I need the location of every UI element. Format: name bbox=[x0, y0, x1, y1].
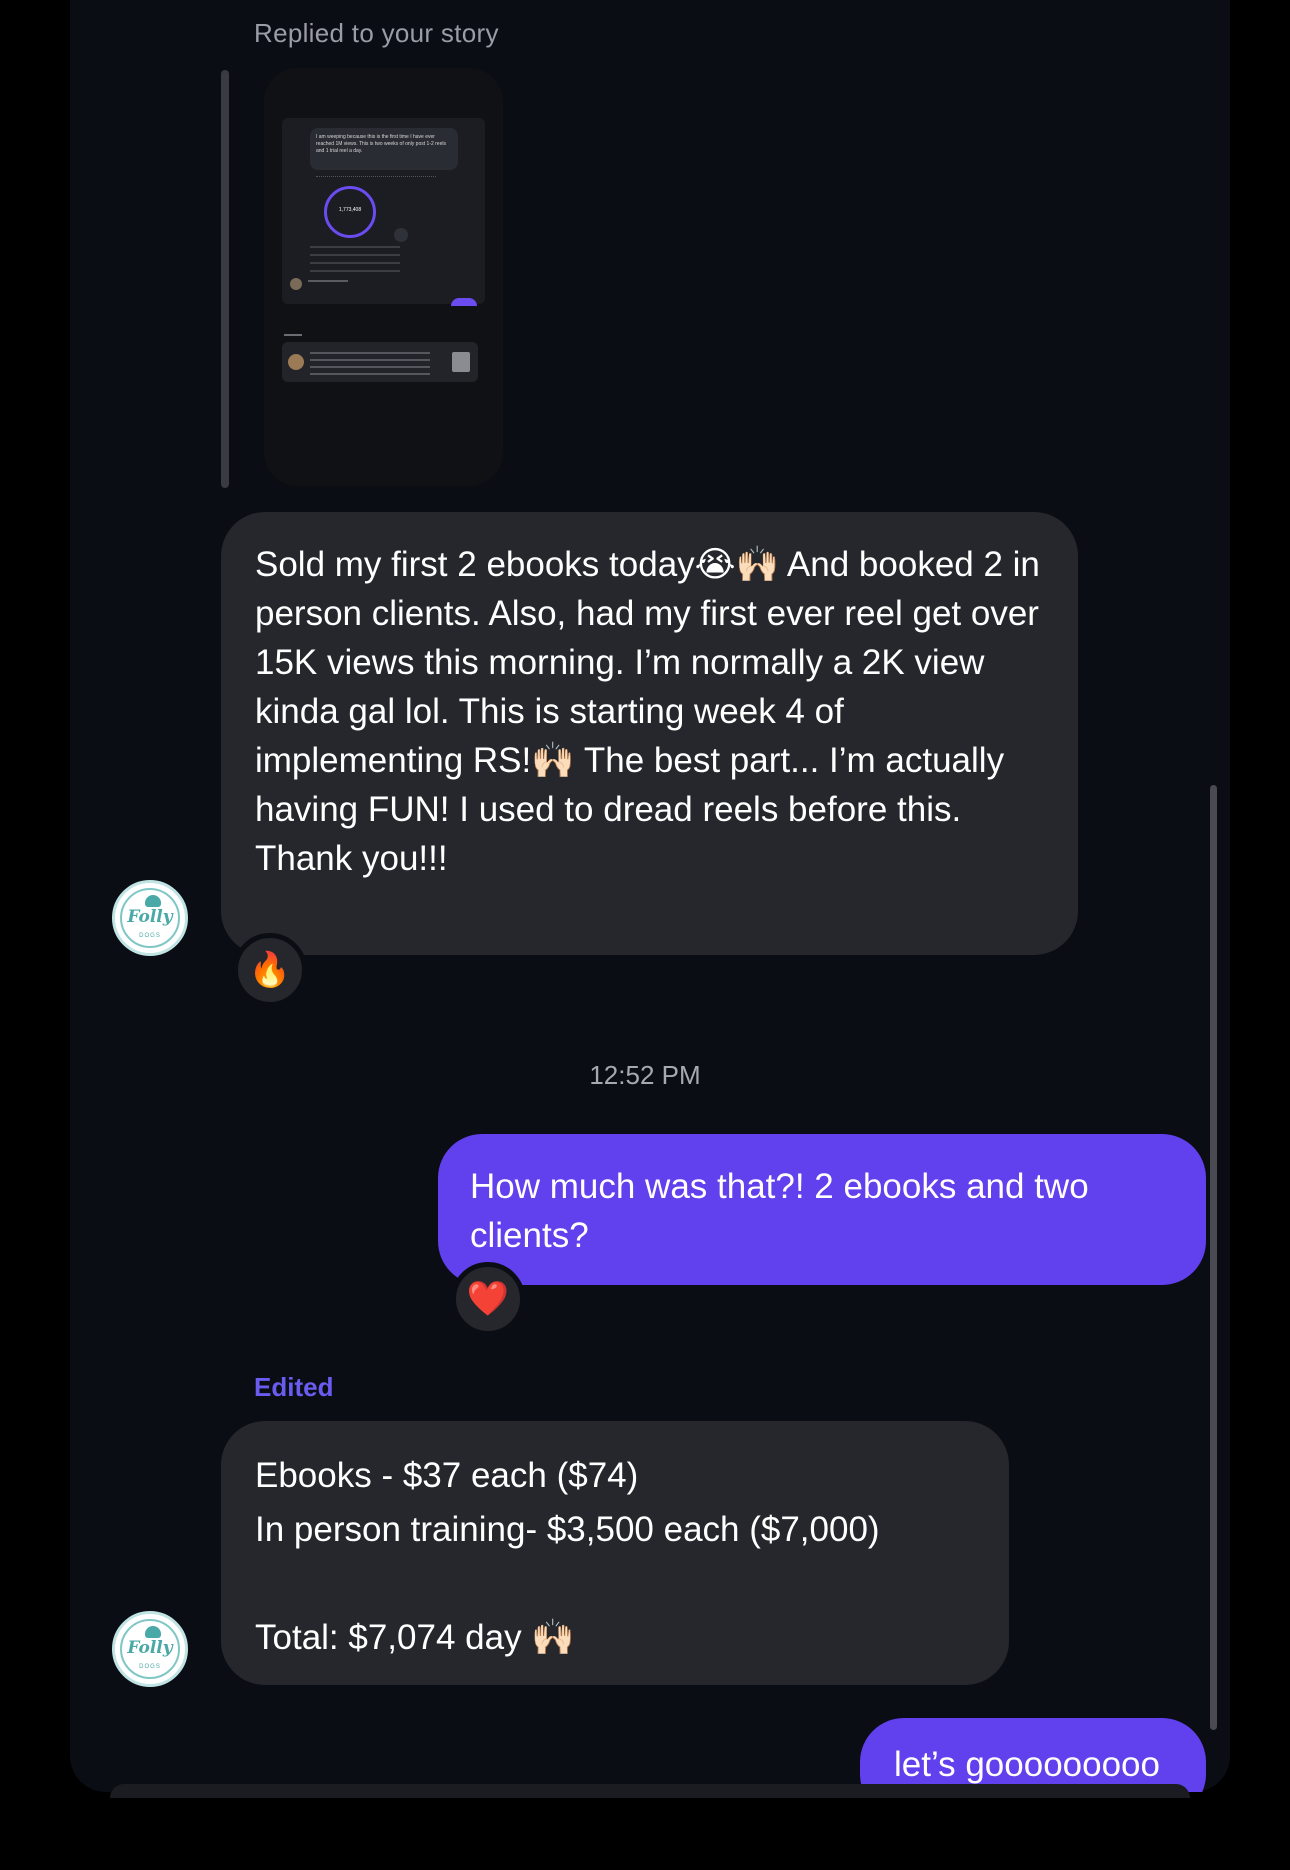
composer-edge bbox=[110, 1784, 1190, 1798]
scrollbar[interactable] bbox=[1210, 785, 1217, 1730]
clip-region: let’s gooooooooo bbox=[0, 0, 1290, 1792]
outgoing-message-2[interactable]: let’s gooooooooo bbox=[860, 1718, 1206, 1792]
message-text: let’s gooooooooo bbox=[894, 1745, 1160, 1784]
